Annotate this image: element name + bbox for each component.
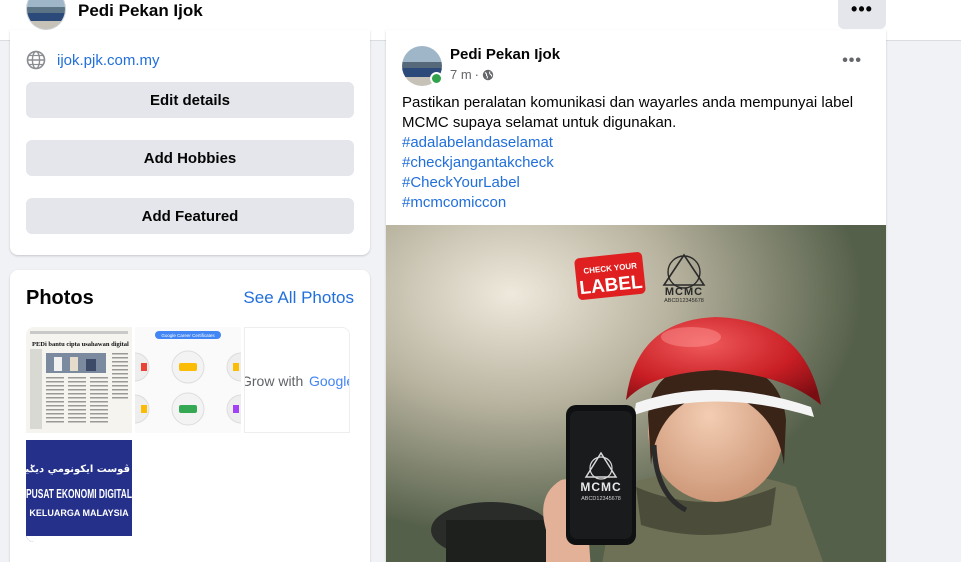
website-link[interactable]: ijok.pjk.com.my	[57, 52, 160, 69]
photos-card: Photos See All Photos PEDi bantu cipta u…	[10, 270, 370, 562]
mcmc-logo-text: MCMC	[665, 286, 703, 298]
photo-thumb-grow-with-google[interactable]: Grow with Google	[244, 327, 350, 433]
grow-with-text: Grow with	[245, 373, 303, 389]
page-avatar[interactable]	[26, 0, 66, 30]
post-image-illustration: MCMC ABCD12345678 CHECK YOUR LABEL MCMC …	[386, 225, 886, 562]
pusat-ekonomi-image: ڤوست ايكونومي ديݢيتل كلوارݢ PUSAT EKONOM…	[26, 436, 132, 542]
hashtag-link[interactable]: #adalabelandaselamat	[402, 133, 554, 153]
post-meta: 7 m ·	[450, 67, 494, 82]
hashtag-list: #adalabelandaselamat #checkjangantakchec…	[402, 133, 554, 213]
grow-with-google-image: Grow with Google	[245, 328, 350, 432]
certificates-banner: Google Career Certificates	[161, 333, 215, 338]
post-author-name[interactable]: Pedi Pekan Ijok	[450, 46, 560, 63]
hashtag-link[interactable]: #mcmcomiccon	[402, 193, 554, 213]
website-row: ijok.pjk.com.my	[26, 50, 160, 70]
phone-logo-code: ABCD12345678	[581, 496, 621, 502]
newspaper-image: PEDi bantu cipta usahawan digital	[26, 327, 132, 433]
certificates-image: Google Career Certificates	[135, 327, 241, 433]
mcmc-logo-code: ABCD12345678	[664, 298, 704, 304]
photo-thumb-certificates[interactable]: Google Career Certificates	[135, 327, 241, 433]
post-card: Pedi Pekan Ijok 7 m · ••• Pastikan peral…	[386, 30, 886, 562]
pusat-line2: KELUARGA MALAYSIA	[29, 508, 129, 518]
intro-card: ijok.pjk.com.my Edit details Add Hobbies…	[10, 30, 370, 255]
photo-thumb-pusat-ekonomi[interactable]: ڤوست ايكونومي ديݢيتل كلوارݢ PUSAT EKONOM…	[26, 436, 132, 542]
post-text: Pastikan peralatan komunikasi dan wayarl…	[402, 94, 854, 131]
post-time[interactable]: 7 m	[450, 67, 472, 82]
add-hobbies-button[interactable]: Add Hobbies	[26, 140, 354, 176]
add-featured-button[interactable]: Add Featured	[26, 198, 354, 234]
hashtag-link[interactable]: #CheckYourLabel	[402, 173, 554, 193]
edit-details-button[interactable]: Edit details	[26, 82, 354, 118]
post-more-button[interactable]: •••	[842, 52, 862, 70]
see-all-photos-link[interactable]: See All Photos	[243, 288, 354, 308]
hashtag-link[interactable]: #checkjangantakcheck	[402, 153, 554, 173]
phone-logo-text: MCMC	[580, 480, 621, 494]
post-image[interactable]: MCMC ABCD12345678 CHECK YOUR LABEL MCMC …	[386, 225, 886, 562]
meta-separator: ·	[474, 67, 480, 82]
page-name[interactable]: Pedi Pekan Ijok	[78, 1, 203, 21]
globe-icon	[26, 50, 46, 70]
pusat-arabic: ڤوست ايكونومي ديݢيتل كلوارݢ	[26, 464, 130, 475]
newspaper-headline: PEDi bantu cipta usahawan digital	[32, 341, 129, 348]
pusat-line1: PUSAT EKONOMI DIGITAL	[26, 487, 132, 501]
google-wordmark: Google	[309, 373, 350, 389]
photos-title: Photos	[26, 287, 94, 309]
online-status-dot	[430, 72, 443, 85]
public-globe-icon	[482, 69, 494, 80]
photo-thumb-newspaper[interactable]: PEDi bantu cipta usahawan digital	[26, 327, 132, 433]
header-more-button[interactable]: •••	[838, 0, 886, 29]
more-icon: •••	[851, 0, 873, 19]
